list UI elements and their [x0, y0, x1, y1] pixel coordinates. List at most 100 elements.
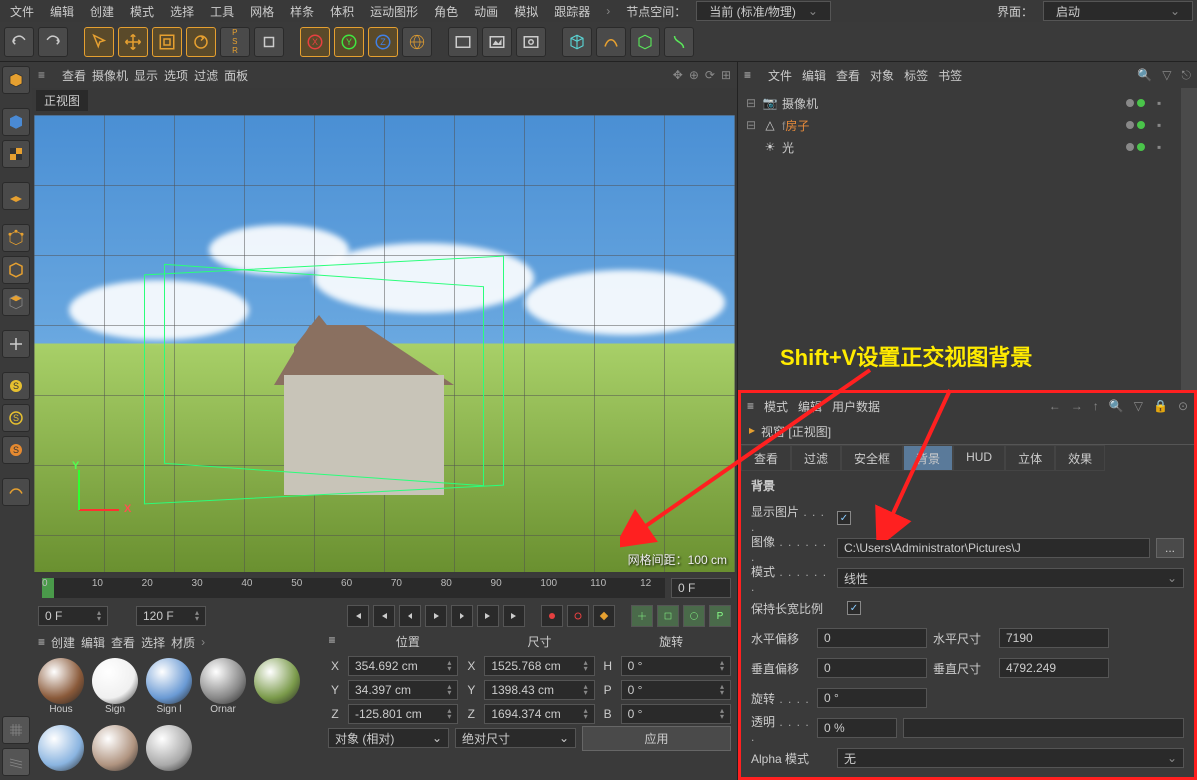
- material-thumb[interactable]: [252, 658, 302, 721]
- viewport-nav-icon[interactable]: ✥: [673, 68, 683, 82]
- material-thumb[interactable]: Ornar: [198, 658, 248, 721]
- grid-icon[interactable]: [2, 716, 30, 744]
- key-pos-button[interactable]: [631, 605, 653, 627]
- attr-tab[interactable]: 立体: [1005, 445, 1055, 471]
- view-menu-panel[interactable]: 面板: [224, 67, 248, 84]
- filter-icon[interactable]: ▽: [1134, 399, 1143, 413]
- mat-menu-edit[interactable]: 编辑: [81, 634, 105, 651]
- render-picture[interactable]: [482, 27, 512, 57]
- recent-tool[interactable]: [254, 27, 284, 57]
- menu-simulate[interactable]: 模拟: [508, 1, 544, 22]
- render-view[interactable]: [448, 27, 478, 57]
- filter-icon[interactable]: ▽: [1162, 68, 1171, 82]
- add-generator[interactable]: [630, 27, 660, 57]
- position-field[interactable]: -125.801 cm▴▾: [348, 704, 458, 724]
- view-menu-options[interactable]: 选项: [164, 67, 188, 84]
- hamburger-icon[interactable]: ≡: [38, 68, 56, 82]
- transparency-slider[interactable]: [903, 718, 1184, 738]
- rotation-field[interactable]: 0 °▴▾: [621, 704, 731, 724]
- menu-tracker[interactable]: 跟踪器: [548, 1, 596, 22]
- key-param-button[interactable]: P: [709, 605, 731, 627]
- viewport-nav-icon[interactable]: ⊕: [689, 68, 699, 82]
- image-path-field[interactable]: C:\Users\Administrator\Pictures\J: [837, 538, 1150, 558]
- rotation-field[interactable]: 0 °: [817, 688, 927, 708]
- apply-button[interactable]: 应用: [582, 726, 731, 751]
- rotation-field[interactable]: 0 °▴▾: [621, 656, 731, 676]
- menu-character[interactable]: 角色: [428, 1, 464, 22]
- coord-system[interactable]: [402, 27, 432, 57]
- mat-menu-create[interactable]: 创建: [51, 634, 75, 651]
- psr-tool[interactable]: PSR: [220, 27, 250, 57]
- size-field[interactable]: 1525.768 cm▴▾: [484, 656, 594, 676]
- browse-button[interactable]: ...: [1156, 538, 1184, 558]
- position-field[interactable]: 34.397 cm▴▾: [348, 680, 458, 700]
- record-button[interactable]: [541, 605, 563, 627]
- size-field[interactable]: 1694.374 cm▴▾: [484, 704, 594, 724]
- edge-mode[interactable]: [2, 256, 30, 284]
- material-thumb[interactable]: [36, 725, 86, 777]
- workplane-tool[interactable]: [2, 478, 30, 506]
- attr-tab[interactable]: 效果: [1055, 445, 1105, 471]
- y-axis-lock[interactable]: Y: [334, 27, 364, 57]
- menu-edit[interactable]: 编辑: [44, 1, 80, 22]
- viewport-nav-icon[interactable]: ⊞: [721, 68, 731, 82]
- size-field[interactable]: 1398.43 cm▴▾: [484, 680, 594, 700]
- mat-menu-select[interactable]: 选择: [141, 634, 165, 651]
- search-icon[interactable]: 🔍: [1109, 399, 1124, 413]
- mat-menu-view[interactable]: 查看: [111, 634, 135, 651]
- coord-size-mode-dropdown[interactable]: 绝对尺寸⌄: [455, 728, 576, 748]
- obj-menu-tags[interactable]: 标签: [904, 67, 928, 84]
- view-menu-filter[interactable]: 过滤: [194, 67, 218, 84]
- coord-mode-dropdown[interactable]: 对象 (相对)⌄: [328, 728, 449, 748]
- add-cube[interactable]: [562, 27, 592, 57]
- object-mode[interactable]: [2, 108, 30, 136]
- object-tree-item[interactable]: ☀ 光 ▪: [742, 136, 1177, 158]
- menu-mograph[interactable]: 运动图形: [364, 1, 424, 22]
- start-frame[interactable]: 0 F: [45, 609, 62, 623]
- menu-mesh[interactable]: 网格: [244, 1, 280, 22]
- goto-start-button[interactable]: [347, 605, 369, 627]
- alpha-mode-dropdown[interactable]: 无⌄: [837, 748, 1184, 768]
- move-tool[interactable]: [118, 27, 148, 57]
- grid-icon-2[interactable]: [2, 748, 30, 776]
- hamburger-icon[interactable]: ≡: [38, 635, 45, 649]
- mat-menu-material[interactable]: 材质: [171, 634, 195, 651]
- select-tool[interactable]: [84, 27, 114, 57]
- hsize-field[interactable]: 7190: [999, 628, 1109, 648]
- view-menu-display[interactable]: 显示: [134, 67, 158, 84]
- snap-toggle[interactable]: S: [2, 372, 30, 400]
- prev-key-button[interactable]: [373, 605, 395, 627]
- z-axis-lock[interactable]: Z: [368, 27, 398, 57]
- add-deformer[interactable]: [664, 27, 694, 57]
- nav-up-icon[interactable]: ↑: [1093, 399, 1099, 413]
- mode-dropdown[interactable]: 线性⌄: [837, 568, 1184, 588]
- obj-menu-file[interactable]: 文件: [768, 67, 792, 84]
- quantize[interactable]: S: [2, 436, 30, 464]
- view-menu-view[interactable]: 查看: [62, 67, 86, 84]
- menu-icon[interactable]: ⊙: [1178, 399, 1188, 413]
- transparency-field[interactable]: 0 %: [817, 718, 897, 738]
- key-scale-button[interactable]: [657, 605, 679, 627]
- enable-axis[interactable]: [2, 330, 30, 358]
- workplane-mode[interactable]: [2, 182, 30, 210]
- view-menu-camera[interactable]: 摄像机: [92, 67, 128, 84]
- undo-button[interactable]: [4, 27, 34, 57]
- object-tree-item[interactable]: ⊟△ f房子 ▪: [742, 114, 1177, 136]
- nav-back-icon[interactable]: ←: [1049, 399, 1061, 413]
- material-thumb[interactable]: [90, 725, 140, 777]
- viewport-nav-icon[interactable]: ⟳: [705, 68, 715, 82]
- texture-mode[interactable]: [2, 140, 30, 168]
- menu-volume[interactable]: 体积: [324, 1, 360, 22]
- key-rot-button[interactable]: [683, 605, 705, 627]
- redo-button[interactable]: [38, 27, 68, 57]
- obj-menu-edit[interactable]: 编辑: [802, 67, 826, 84]
- material-thumb[interactable]: Hous: [36, 658, 86, 721]
- snap-settings[interactable]: S: [2, 404, 30, 432]
- voffset-field[interactable]: 0: [817, 658, 927, 678]
- next-frame-button[interactable]: [451, 605, 473, 627]
- obj-menu-bookmarks[interactable]: 书签: [938, 67, 962, 84]
- position-field[interactable]: 354.692 cm▴▾: [348, 656, 458, 676]
- lock-icon[interactable]: 🔒: [1153, 399, 1168, 413]
- nodespace-dropdown[interactable]: 当前 (标准/物理)⌄: [696, 1, 831, 21]
- material-thumb[interactable]: [144, 725, 194, 777]
